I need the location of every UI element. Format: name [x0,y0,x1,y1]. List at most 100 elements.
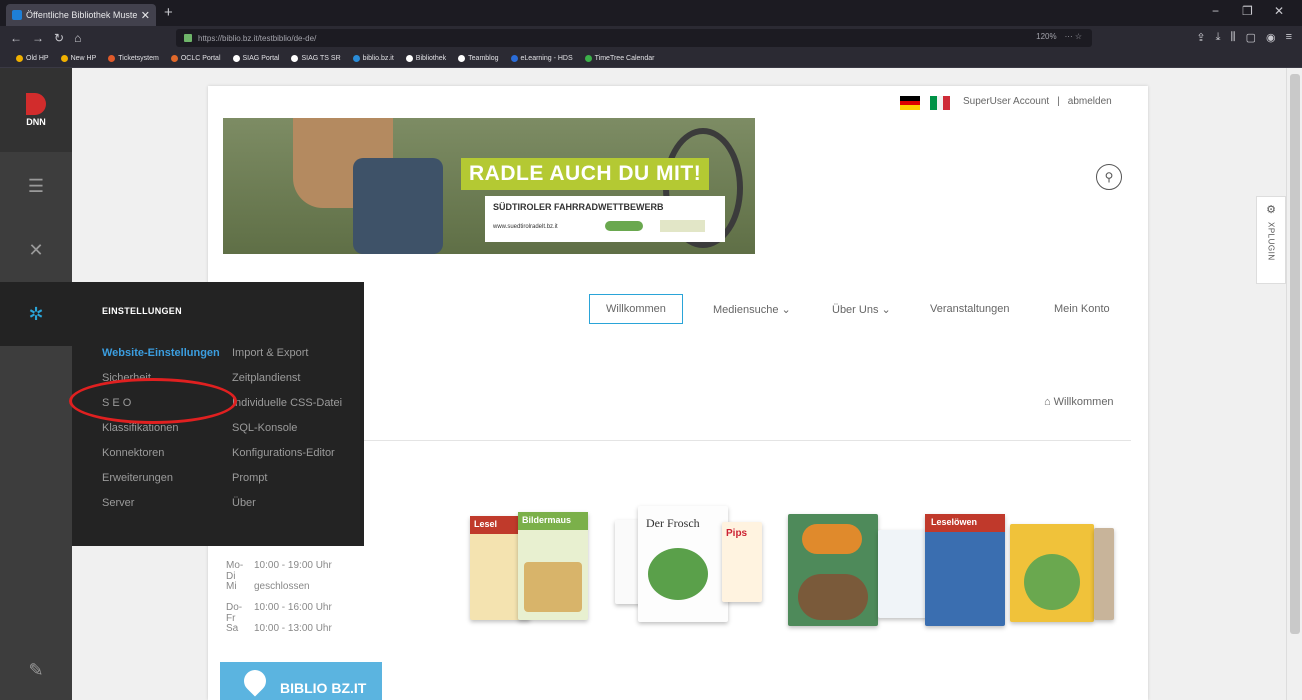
location-pin-icon [239,665,271,697]
banner-subline: SÜDTIROLER FAHRRADWETTBEWERB [493,202,664,212]
chevron-down-icon: ⌄ [881,304,891,316]
bookmark-item[interactable]: OCLC Portal [170,55,221,62]
browser-titlebar: Öffentliche Bibliothek Muste... ✕ + − ❐ … [0,0,1302,26]
bookmark-icon [16,55,23,62]
bookmark-item[interactable]: Ticketsystem [108,55,159,62]
reload-icon[interactable]: ↻ [54,31,64,45]
flyout-item[interactable]: Konnektoren [102,446,220,471]
sync-icon[interactable]: ⇪ [1196,31,1205,44]
bookmark-icon [291,55,299,62]
biblio-badge[interactable]: BIBLIO BZ.IT [220,662,382,700]
lock-icon [184,34,192,42]
edit-pencil-icon[interactable]: ✎ [0,638,72,700]
menu-veranstaltungen[interactable]: Veranstaltungen [930,303,1010,315]
content-icon[interactable]: ☰ [0,154,72,218]
bookmark-icon [458,55,466,62]
sidebar-icon[interactable]: ▢ [1246,31,1256,44]
bookmark-icon [108,55,116,62]
url-bar[interactable]: https://biblio.bz.it/testbiblio/de-de/ 1… [176,29,1092,47]
menu-ueber-uns[interactable]: Über Uns ⌄ [832,303,891,316]
badge-text: BIBLIO BZ.IT [280,680,367,696]
download-icon[interactable]: ⤓ [1216,31,1221,44]
scroll-thumb[interactable] [1290,74,1300,634]
home-icon: ⌂ [1044,396,1051,408]
flyout-item[interactable]: Klassifikationen [102,421,220,446]
bike-frame [353,158,443,254]
forward-icon[interactable]: → [32,31,44,45]
hours-row: Do-Fr 10:00 - 16:00 Uhr [226,602,332,624]
book-cover [878,530,928,618]
settings-icon[interactable]: ✲ [0,282,72,346]
bookmark-item[interactable]: SIAG Portal [232,55,279,62]
page-actions-icon[interactable]: ··· ☆ [1065,32,1082,41]
tab-title: Öffentliche Bibliothek Muste... [26,10,137,20]
menu-willkommen[interactable]: Willkommen [589,294,683,324]
book-cover [788,514,878,626]
logout-link[interactable]: abmelden [1068,96,1112,107]
bookmark-item[interactable]: eLearning - HDS [510,55,573,62]
breadcrumb-label: Willkommen [1053,396,1114,408]
flyout-item[interactable]: Erweiterungen [102,471,220,496]
bookmark-item[interactable]: TimeTree Calendar [584,55,654,62]
hours-row: Mo-Di 10:00 - 19:00 Uhr [226,560,332,582]
menu-mein-konto[interactable]: Mein Konto [1054,303,1110,315]
url-text: https://biblio.bz.it/testbiblio/de-de/ [198,33,317,43]
dnn-logo[interactable]: DNN [0,68,72,152]
flyout-item[interactable]: Konfigurations-Editor [232,446,342,471]
minimize-icon[interactable]: − [1212,4,1219,18]
library-icon[interactable]: ⫼ [1231,31,1236,44]
flyout-item[interactable]: Über [232,496,342,521]
new-tab-icon[interactable]: + [164,4,173,21]
book-showcase[interactable]: Lesel Bildermaus Der Frosch Pips Leselöw… [470,506,1120,646]
xplugin-tab[interactable]: ⚙ XPLUGIN [1256,196,1286,284]
book-cover: Bildermaus [518,512,588,620]
flag-it-icon[interactable] [930,96,951,110]
zoom-level[interactable]: 120% [1036,32,1056,41]
flag-de-icon[interactable] [900,96,920,110]
book-cover: Leselöwen [925,514,1005,626]
bookmark-item[interactable]: SIAG TS SR [291,55,341,62]
menu-mediensuche[interactable]: Mediensuche ⌄ [713,303,791,316]
flyout-item[interactable]: Import & Export [232,346,342,371]
flyout-item[interactable]: Individuelle CSS-Datei [232,396,342,421]
account-link[interactable]: SuperUser Account [963,96,1049,107]
search-icon[interactable]: ⚲ [1096,164,1122,190]
maximize-icon[interactable]: ❐ [1242,4,1253,18]
book-cover: Pips [722,522,762,602]
account-icon[interactable]: ◉ [1266,31,1276,44]
highlight-ellipse [69,378,237,424]
bookmark-item[interactable]: Bibliothek [405,55,446,62]
bookmarks-toolbar: Old HP New HP Ticketsystem OCLC Portal SIAG … [0,50,1302,68]
flyout-item[interactable]: SQL-Konsole [232,421,342,446]
sponsor-logo-2 [660,220,705,232]
close-window-icon[interactable]: ✕ [1274,4,1284,18]
scrollbar[interactable] [1286,68,1302,700]
book-cover [1010,524,1094,622]
flyout-item[interactable]: Website-Einstellungen [102,346,220,371]
tab-close-icon[interactable]: ✕ [141,9,150,22]
bookmark-item[interactable]: biblio.bz.it [352,55,394,62]
browser-tab[interactable]: Öffentliche Bibliothek Muste... ✕ [6,4,156,26]
separator: | [1057,96,1060,107]
banner-headline: RADLE AUCH DU MIT! [461,158,710,190]
flyout-item[interactable]: Server [102,496,220,521]
flyout-item[interactable]: Zeitplandienst [232,371,342,396]
flyout-item[interactable]: Prompt [232,471,342,496]
bookmark-icon [584,55,592,62]
dnn-logo-icon [26,93,46,115]
bookmark-item[interactable]: Teamblog [458,55,499,62]
home-icon[interactable]: ⌂ [74,31,81,45]
browser-navbar: ← → ↻ ⌂ https://biblio.bz.it/testbiblio/… [0,26,1302,50]
gear-icon: ⚙ [1266,204,1276,216]
user-links: SuperUser Account | abmelden [963,96,1112,107]
flyout-col-2: Import & Export Zeitplandienst Individuell… [232,346,342,521]
bookmark-item[interactable]: Old HP [16,55,49,62]
back-icon[interactable]: ← [10,31,22,45]
bookmark-item[interactable]: New HP [60,55,96,62]
chevron-down-icon: ⌄ [781,304,791,316]
menu-icon[interactable]: ≡ [1286,31,1292,44]
breadcrumb[interactable]: ⌂ Willkommen [1044,396,1114,408]
manage-icon[interactable]: ✕ [0,218,72,282]
banner-image[interactable]: RADLE AUCH DU MIT! SÜDTIROLER FAHRRADWET… [223,118,755,254]
dnn-logo-text: DNN [26,117,46,127]
